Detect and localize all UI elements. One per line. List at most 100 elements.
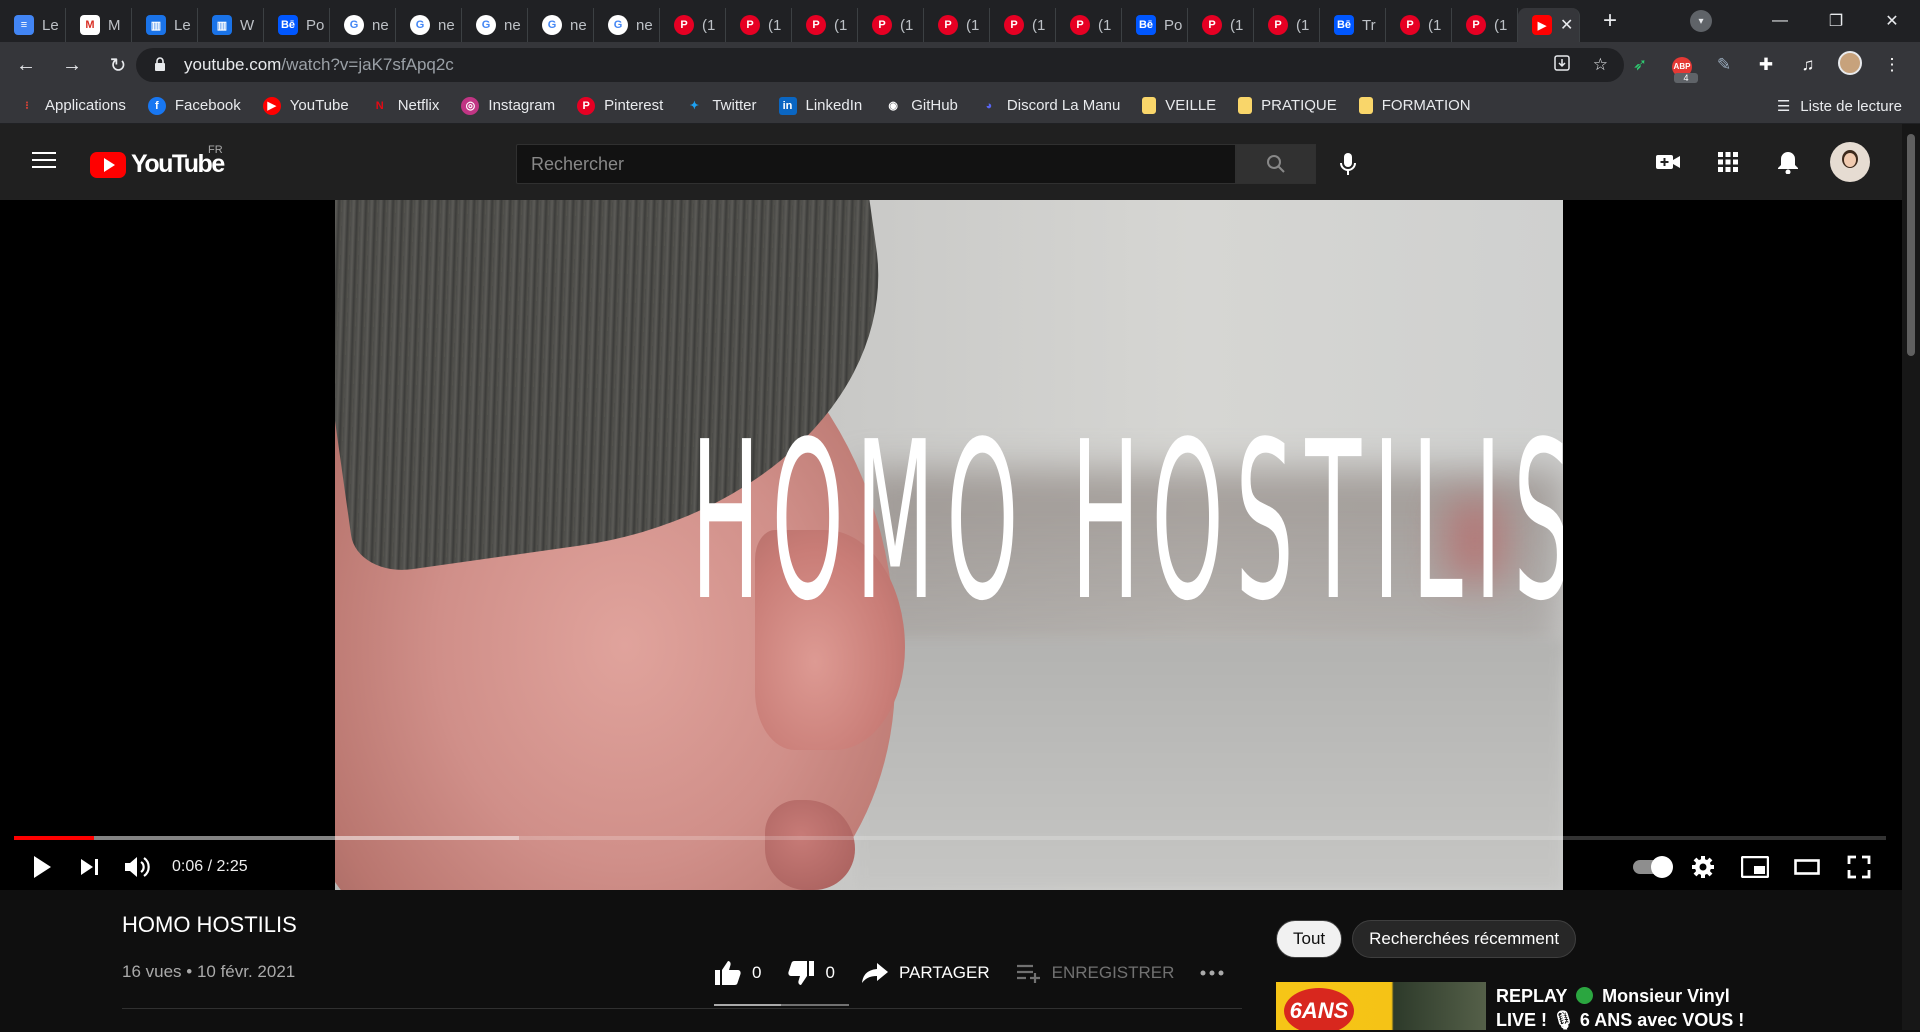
- user-avatar[interactable]: [1830, 142, 1870, 182]
- pinterest-icon: P: [806, 15, 826, 35]
- browser-tab[interactable]: Gne: [462, 8, 528, 42]
- more-menu-icon[interactable]: ⋮: [1880, 55, 1904, 75]
- extensions-puzzle-icon[interactable]: ✚: [1754, 55, 1778, 75]
- voice-search-button[interactable]: [1328, 144, 1368, 184]
- more-actions-button[interactable]: [1200, 970, 1224, 976]
- tab-label: (1: [702, 16, 716, 34]
- tab-search-icon[interactable]: ▾: [1690, 10, 1712, 32]
- notifications-button[interactable]: [1758, 150, 1818, 174]
- bookmark-item[interactable]: ⁝ Applications: [18, 97, 126, 115]
- browser-tab[interactable]: P (1: [1056, 8, 1122, 42]
- browser-tab[interactable]: Bē Tr: [1320, 8, 1386, 42]
- reading-list-button[interactable]: ☰ Liste de lecture: [1777, 88, 1902, 124]
- media-control-icon[interactable]: ♫: [1796, 55, 1820, 75]
- video-frame[interactable]: HOMO HOSTILIS: [335, 200, 1563, 890]
- install-app-icon[interactable]: [1553, 54, 1571, 77]
- browser-tab[interactable]: P (1: [858, 8, 924, 42]
- next-button[interactable]: [66, 844, 114, 890]
- bookmark-item[interactable]: FORMATION: [1358, 97, 1471, 115]
- browser-tab[interactable]: P (1: [924, 8, 990, 42]
- tab-label: ne: [504, 16, 521, 34]
- browser-tab[interactable]: ≡ Le: [0, 8, 66, 42]
- eyedropper-extension-icon[interactable]: ✎: [1712, 55, 1736, 75]
- bookmark-item[interactable]: ▶ YouTube: [262, 96, 349, 115]
- new-tab-button[interactable]: +: [1590, 7, 1630, 35]
- scrollbar-thumb[interactable]: [1907, 134, 1915, 356]
- bookmark-item[interactable]: ◕ Discord La Manu: [980, 97, 1121, 115]
- video-player[interactable]: HOMO HOSTILIS 0:06 / 2:25: [0, 200, 1902, 890]
- pinterest-icon: P: [872, 15, 892, 35]
- close-icon[interactable]: ✕: [1560, 15, 1573, 35]
- page-scrollbar[interactable]: [1902, 124, 1920, 1030]
- theater-mode-button[interactable]: [1782, 844, 1832, 890]
- recommendation-title[interactable]: REPLAY Monsieur Vinyl LIVE ! 🎙 6 ANS ave…: [1496, 984, 1896, 1032]
- bookmark-item[interactable]: ◎ Instagram: [461, 96, 555, 115]
- minimize-icon[interactable]: —: [1752, 12, 1808, 30]
- restore-icon[interactable]: ❐: [1808, 11, 1864, 31]
- bookmark-item[interactable]: ◉ GitHub: [884, 97, 958, 115]
- bookmark-item[interactable]: P Pinterest: [577, 96, 663, 115]
- chip-all[interactable]: Tout: [1276, 920, 1343, 958]
- browser-tab[interactable]: P (1: [1254, 8, 1320, 42]
- browser-tab[interactable]: MM: [66, 8, 132, 42]
- browser-tab[interactable]: P (1: [1386, 8, 1452, 42]
- browser-tab[interactable]: Bē Po: [264, 8, 330, 42]
- browser-tab[interactable]: ▥ Le: [132, 8, 198, 42]
- address-bar[interactable]: youtube.com/watch?v=jaK7sfApq2c ☆: [136, 48, 1624, 82]
- save-button[interactable]: ENREGISTRER: [1016, 963, 1174, 983]
- search-button[interactable]: [1236, 144, 1316, 184]
- lock-icon[interactable]: [154, 56, 168, 74]
- recommendation-item[interactable]: 6ANS REPLAY Monsieur Vinyl LIVE ! 🎙 6 AN…: [1276, 982, 1902, 1030]
- recommendation-thumbnail[interactable]: 6ANS: [1276, 982, 1486, 1030]
- create-video-button[interactable]: [1638, 153, 1698, 171]
- adblock-extension-icon[interactable]: ABP 4: [1670, 54, 1698, 83]
- browser-tab[interactable]: ▥ W: [198, 8, 264, 42]
- share-button[interactable]: PARTAGER: [861, 962, 990, 984]
- forward-button[interactable]: →: [52, 54, 92, 77]
- google-icon: G: [476, 15, 496, 35]
- bookmark-item[interactable]: PRATIQUE: [1238, 97, 1337, 115]
- tab-youtube-active[interactable]: ▶ ✕: [1518, 8, 1580, 42]
- browser-tab[interactable]: Gne: [330, 8, 396, 42]
- menu-icon[interactable]: [32, 152, 56, 170]
- settings-button[interactable]: [1678, 844, 1728, 890]
- bookmark-item[interactable]: VEILLE: [1142, 97, 1216, 115]
- browser-tab[interactable]: P (1: [660, 8, 726, 42]
- progress-bar[interactable]: [14, 836, 1886, 840]
- recommendation-title-part2: Monsieur Vinyl: [1602, 986, 1730, 1006]
- chip-recently-searched[interactable]: Recherchées récemment: [1352, 920, 1577, 958]
- search-input[interactable]: [531, 153, 1235, 175]
- apps-button[interactable]: [1698, 152, 1758, 172]
- volume-button[interactable]: [114, 844, 162, 890]
- bookmark-item[interactable]: N Netflix: [371, 97, 440, 115]
- bookmark-item[interactable]: ✦ Twitter: [685, 97, 757, 115]
- browser-tab[interactable]: P (1: [726, 8, 792, 42]
- browser-tab[interactable]: Bē Po: [1122, 8, 1188, 42]
- share-label: PARTAGER: [898, 963, 990, 982]
- dislike-button[interactable]: 0: [787, 960, 835, 986]
- browser-tab[interactable]: P (1: [1188, 8, 1254, 42]
- fullscreen-button[interactable]: [1834, 844, 1884, 890]
- bookmark-label: YouTube: [289, 97, 349, 114]
- browser-tab[interactable]: P (1: [1452, 8, 1518, 42]
- play-button[interactable]: [18, 844, 66, 890]
- hummingbird-extension-icon[interactable]: ➶: [1628, 55, 1652, 75]
- bookmark-item[interactable]: f Facebook: [147, 96, 241, 115]
- bookmark-star-icon[interactable]: ☆: [1593, 55, 1608, 75]
- browser-tab[interactable]: P (1: [990, 8, 1056, 42]
- browser-tab[interactable]: Gne: [396, 8, 462, 42]
- like-button[interactable]: 0: [714, 960, 761, 986]
- autoplay-toggle[interactable]: [1626, 844, 1676, 890]
- back-button[interactable]: ←: [6, 54, 46, 77]
- live-dot-icon: [1576, 987, 1594, 1004]
- close-window-icon[interactable]: ✕: [1864, 11, 1920, 31]
- browser-tab[interactable]: P (1: [792, 8, 858, 42]
- miniplayer-button[interactable]: [1730, 844, 1780, 890]
- browser-tab[interactable]: Gne: [528, 8, 594, 42]
- tab-label: (1: [1494, 16, 1508, 34]
- browser-tab[interactable]: Gne: [594, 8, 660, 42]
- bookmark-item[interactable]: in LinkedIn: [778, 96, 862, 115]
- reload-button[interactable]: ↻: [98, 53, 138, 78]
- youtube-logo[interactable]: YouTube FR: [90, 144, 225, 179]
- profile-avatar[interactable]: [1838, 50, 1862, 80]
